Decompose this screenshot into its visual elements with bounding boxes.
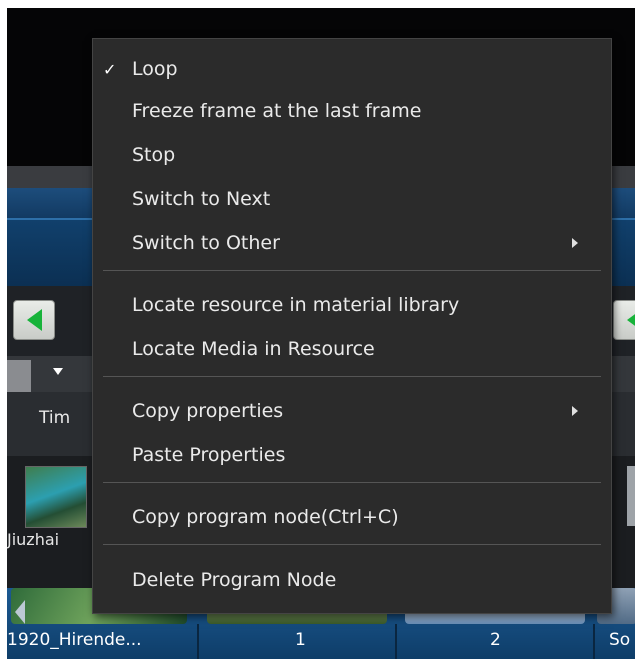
menu-item-label: Locate Media in Resource (132, 338, 375, 360)
menu-item-locate-resource[interactable]: Locate resource in material library (93, 285, 611, 325)
program-label: So (609, 630, 631, 650)
left-arrow-icon (626, 309, 635, 331)
divider (395, 624, 397, 659)
app-window: Tim Jiuzhai 1920_Hirende... 1 2 So ✓ Loo… (7, 8, 635, 659)
menu-item-label: Locate resource in material library (132, 294, 460, 316)
submenu-arrow-icon (572, 406, 578, 416)
menu-item-copy-program-node[interactable]: Copy program node(Ctrl+C) (93, 497, 611, 537)
context-menu: ✓ Loop Freeze frame at the last frame St… (92, 38, 612, 614)
menu-item-switch-to-next[interactable]: Switch to Next (93, 179, 611, 219)
menu-item-paste-properties[interactable]: Paste Properties (93, 435, 611, 475)
menu-divider (103, 376, 601, 377)
program-label: 1920_Hirende... (7, 630, 142, 650)
menu-item-label: Copy program node(Ctrl+C) (132, 506, 399, 528)
menu-item-freeze-frame[interactable]: Freeze frame at the last frame (93, 91, 611, 131)
timeline-header-label: Tim (39, 408, 71, 428)
menu-item-label: Freeze frame at the last frame (132, 100, 422, 122)
menu-item-label: Switch to Next (132, 188, 271, 210)
menu-divider (103, 482, 601, 483)
left-arrow-icon (26, 309, 42, 331)
menu-item-label: Switch to Other (132, 232, 280, 254)
menu-item-label: Loop (132, 58, 178, 80)
program-label: 1 (295, 630, 306, 650)
menu-item-label: Paste Properties (132, 444, 286, 466)
program-label: 2 (490, 630, 501, 650)
menu-divider (103, 270, 601, 271)
menu-item-switch-to-other[interactable]: Switch to Other (93, 223, 611, 263)
media-thumbnail-edge[interactable] (627, 466, 635, 526)
media-thumbnail-label: Jiuzhai (7, 530, 60, 549)
ruler-handle[interactable] (7, 360, 31, 392)
next-track-button[interactable] (613, 300, 635, 340)
previous-button[interactable] (13, 300, 55, 340)
playhead-marker-icon[interactable] (53, 368, 63, 375)
menu-item-copy-properties[interactable]: Copy properties (93, 391, 611, 431)
checkmark-icon: ✓ (103, 59, 117, 79)
menu-item-label: Stop (132, 144, 176, 166)
divider (593, 624, 595, 659)
menu-item-label: Copy properties (132, 400, 284, 422)
menu-divider (103, 544, 601, 545)
menu-item-locate-media[interactable]: Locate Media in Resource (93, 329, 611, 369)
menu-item-loop[interactable]: ✓ Loop (93, 49, 611, 89)
media-thumbnail[interactable] (25, 466, 87, 528)
clip-handle-icon[interactable] (15, 600, 25, 624)
submenu-arrow-icon (572, 238, 578, 248)
divider (197, 624, 199, 659)
program-labels: 1920_Hirende... 1 2 So (7, 624, 635, 659)
menu-item-label: Delete Program Node (132, 569, 337, 591)
menu-item-delete-program-node[interactable]: Delete Program Node (93, 560, 611, 600)
menu-item-stop[interactable]: Stop (93, 135, 611, 175)
